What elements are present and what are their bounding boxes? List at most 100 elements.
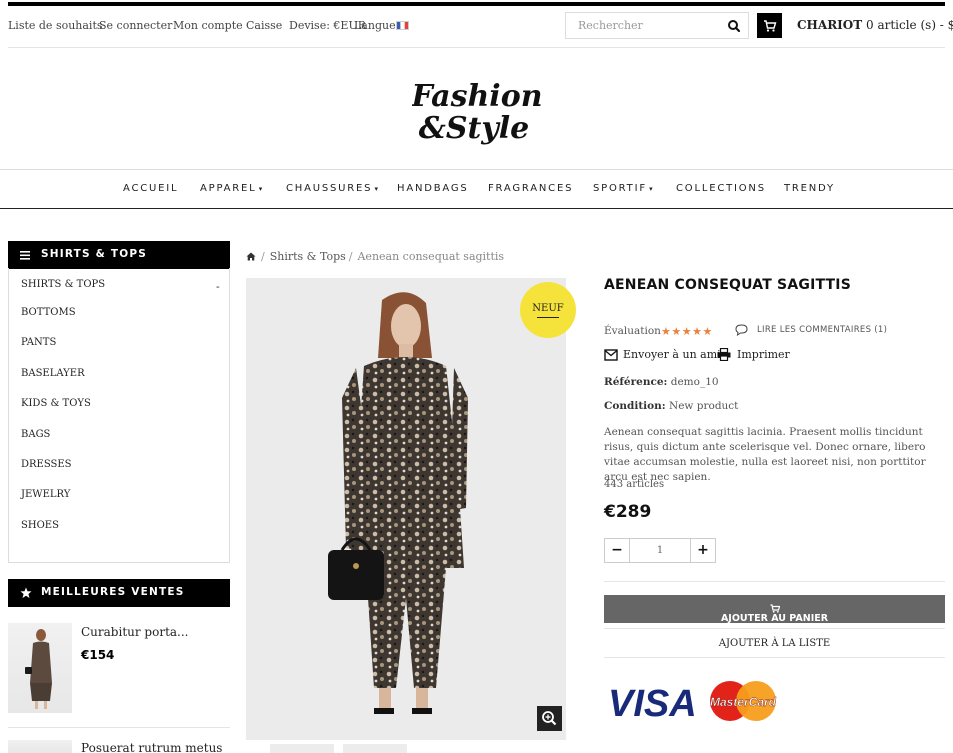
search-icon[interactable] <box>726 18 742 34</box>
checkout-link[interactable]: Caisse <box>246 19 282 32</box>
quantity-stepper: − + <box>604 538 716 563</box>
printer-icon <box>717 348 731 361</box>
product-image <box>25 629 52 709</box>
category-item-bottoms[interactable]: BOTTOMS <box>21 307 76 318</box>
dropdown-caret-icon: ▾ <box>646 185 653 193</box>
divider <box>604 581 945 582</box>
wishlist-link[interactable]: Liste de souhaits <box>8 19 103 32</box>
nav-item-accueil[interactable]: ACCUEIL <box>123 183 178 194</box>
category-item-bags[interactable]: BAGS <box>21 429 50 440</box>
logo-line-2: &Style <box>419 111 530 146</box>
product-price: €289 <box>604 502 652 522</box>
read-reviews-link[interactable]: LIRE LES COMMENTAIRES (1) <box>757 325 887 335</box>
nav-item-collections[interactable]: COLLECTIONS <box>676 183 766 194</box>
quantity-input[interactable] <box>630 539 690 562</box>
product-description: Aenean consequat sagittis lacinia. Praes… <box>604 426 926 483</box>
nav-label: CHAUSSURES <box>286 183 373 194</box>
category-item-shirts-tops[interactable]: SHIRTS & TOPS <box>21 279 105 290</box>
cart-count: 0 article (s) - $ 0.00 <box>866 18 953 32</box>
account-link[interactable]: Mon compte <box>173 19 243 32</box>
zoom-in-icon <box>542 711 557 726</box>
visa-logo: VISA <box>608 683 697 724</box>
site-logo[interactable]: Fashion &Style <box>412 74 542 154</box>
rating-stars: ★★★★★ <box>661 325 713 338</box>
logo-line-1: Fashion <box>412 79 542 114</box>
breadcrumb-separator: / <box>348 250 353 263</box>
divider <box>604 628 945 629</box>
nav-item-sportif[interactable]: SPORTIF ▾ <box>593 183 653 194</box>
divider <box>8 47 945 48</box>
category-item-pants[interactable]: PANTS <box>21 337 56 348</box>
envelope-icon <box>604 349 618 361</box>
rating-label: Évaluation <box>604 325 661 337</box>
bestseller-thumbnail[interactable] <box>8 740 72 753</box>
category-item-dresses[interactable]: DRESSES <box>21 459 72 470</box>
bestsellers-header: MEILLEURES VENTES <box>8 579 230 607</box>
zoom-button[interactable] <box>537 706 562 731</box>
model-photo <box>328 292 468 714</box>
home-icon[interactable] <box>246 252 256 261</box>
add-to-cart-button[interactable]: AJOUTER AU PANIER <box>604 595 945 624</box>
bestseller-price: €154 <box>81 648 115 662</box>
cart-button[interactable] <box>757 13 782 38</box>
divider <box>8 727 230 728</box>
category-item-baselayer[interactable]: BASELAYER <box>21 368 85 379</box>
add-to-cart-label: AJOUTER AU PANIER <box>720 613 829 624</box>
quantity-increase-button[interactable]: + <box>690 539 715 562</box>
product-main-image[interactable] <box>246 278 566 740</box>
condition-value: New product <box>669 400 739 412</box>
categories-title: SHIRTS & TOPS <box>41 248 148 260</box>
dropdown-caret-icon: ▾ <box>256 185 263 193</box>
bestseller-name[interactable]: Curabitur porta... <box>81 625 188 639</box>
divider <box>604 657 945 658</box>
add-to-cart-content: AJOUTER AU PANIER <box>604 604 945 624</box>
breadcrumb-category[interactable]: Shirts & Tops <box>270 250 346 263</box>
menu-icon <box>20 251 30 260</box>
add-to-wishlist-button[interactable]: AJOUTER À LA LISTE <box>604 638 945 649</box>
categories-header: SHIRTS & TOPS <box>8 241 230 269</box>
print-link[interactable]: Imprimer <box>737 348 790 361</box>
main-nav: ACCUEIL APPAREL ▾ CHAUSSURES ▾ HANDBAGS … <box>0 169 953 209</box>
nav-item-trendy[interactable]: TRENDY <box>784 183 835 194</box>
breadcrumb: / Shirts & Tops / Aenean consequat sagittis <box>246 250 504 263</box>
cart-summary[interactable]: CHARIOT 0 article (s) - $ 0.00 <box>797 18 953 32</box>
category-item-shoes[interactable]: SHOES <box>21 520 59 531</box>
reference-value: demo_10 <box>670 376 719 388</box>
bestseller-name[interactable]: Posuerat rutrum metus <box>81 741 222 753</box>
mastercard-logo: MasterCard <box>710 695 777 709</box>
product-title: AENEAN CONSEQUAT SAGITTIS <box>604 277 851 293</box>
new-badge-label: NEUF <box>532 303 564 314</box>
nav-item-apparel[interactable]: APPAREL ▾ <box>200 183 262 194</box>
comment-icon <box>735 324 748 336</box>
category-list: SHIRTS & TOPS - BOTTOMS PANTS BASELAYER … <box>8 268 230 563</box>
send-to-friend-link[interactable]: Envoyer à un ami <box>623 348 721 361</box>
dropdown-caret-icon: ▾ <box>372 185 379 193</box>
cart-icon <box>770 604 780 613</box>
login-link[interactable]: Se connecter <box>99 19 172 32</box>
bestseller-thumbnail[interactable] <box>8 623 72 713</box>
category-item-jewelry[interactable]: JEWELRY <box>21 489 70 500</box>
search-input[interactable] <box>566 13 716 38</box>
nav-item-chaussures[interactable]: CHAUSSURES ▾ <box>286 183 378 194</box>
search-box <box>565 12 749 39</box>
new-badge: NEUF <box>520 282 576 338</box>
condition-row: Condition: New product <box>604 400 738 412</box>
star-icon <box>20 587 32 598</box>
breadcrumb-separator: / <box>261 250 265 263</box>
nav-item-handbags[interactable]: HANDBAGS <box>397 183 469 194</box>
nav-item-fragrances[interactable]: FRAGRANCES <box>488 183 573 194</box>
nav-label: APPAREL <box>200 183 257 194</box>
collapse-toggle[interactable]: - <box>216 280 220 293</box>
cart-icon <box>764 20 777 32</box>
reference-row: Référence: demo_10 <box>604 376 719 388</box>
thumbnail-1[interactable] <box>270 744 334 753</box>
category-item-kids-toys[interactable]: KIDS & TOYS <box>21 398 91 409</box>
bestsellers-title: MEILLEURES VENTES <box>41 586 185 598</box>
cart-label: CHARIOT <box>797 18 863 32</box>
breadcrumb-current: Aenean consequat sagittis <box>357 250 505 263</box>
thumbnail-2[interactable] <box>343 744 407 753</box>
french-flag-icon[interactable] <box>396 21 409 30</box>
badge-underline <box>537 317 559 318</box>
quantity-decrease-button[interactable]: − <box>605 539 630 562</box>
condition-label: Condition: <box>604 400 666 412</box>
